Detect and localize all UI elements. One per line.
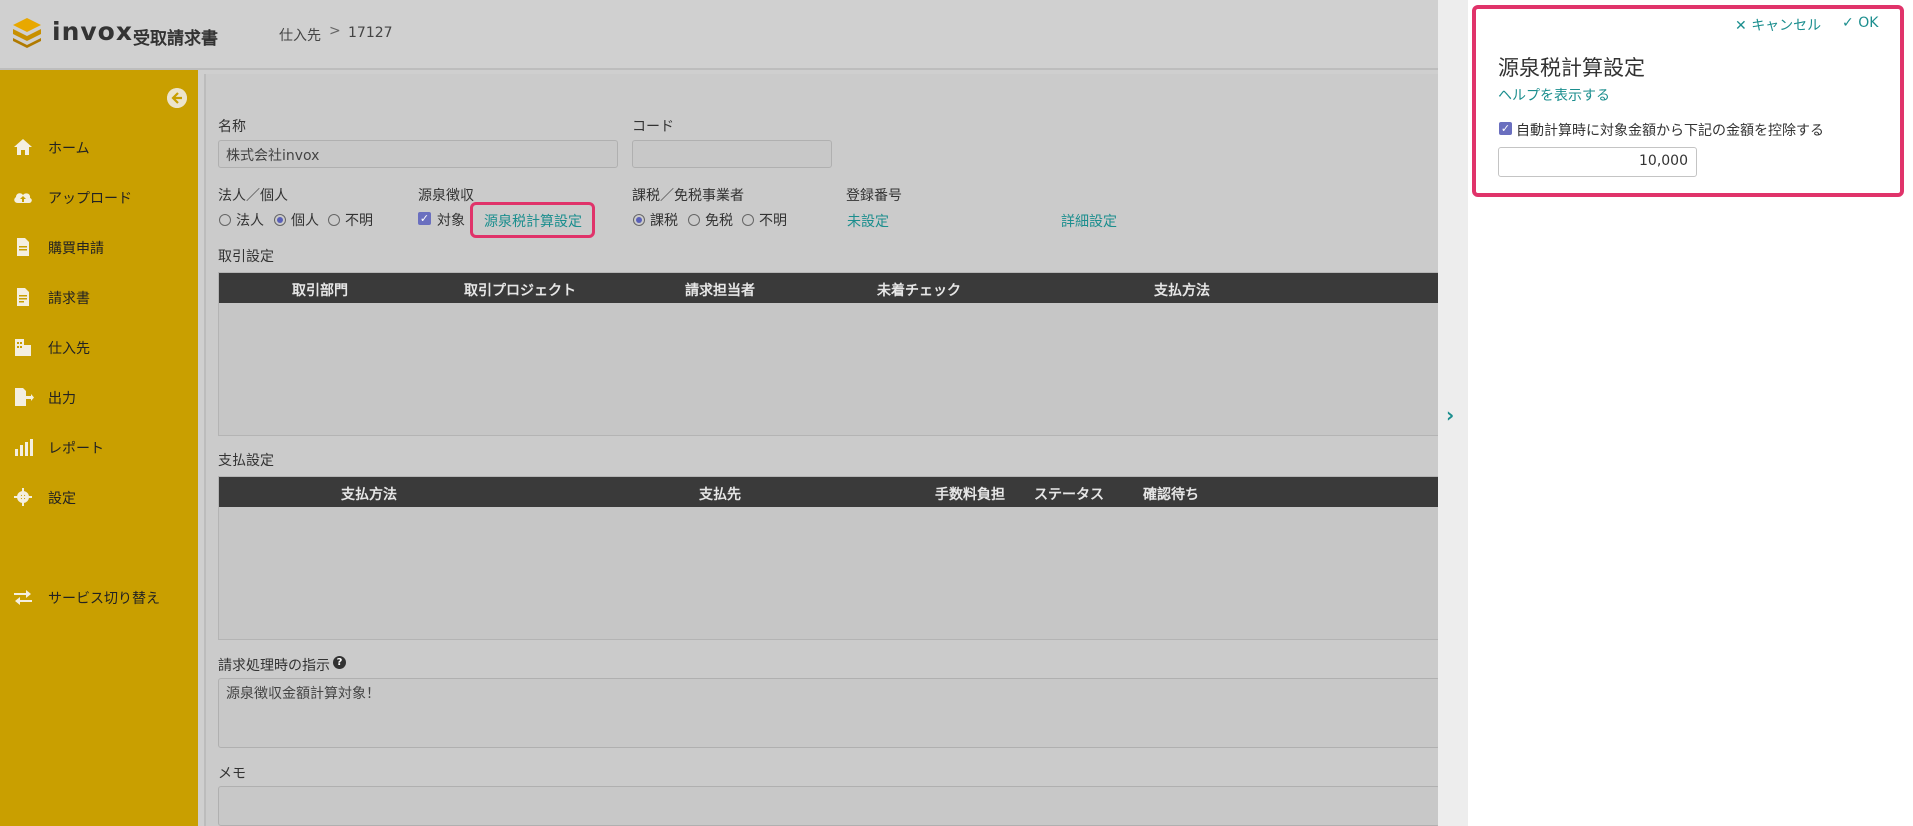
supplier-form: 名称 株式会社invox コード 法人／個人 法人 個人 不明 源泉徴収 ✓ 対… — [204, 74, 1440, 826]
withholding-target-label: 対象 — [437, 213, 465, 229]
payment-section-title: 支払設定 — [218, 453, 274, 469]
sidebar-item-label: 仕入先 — [48, 341, 90, 357]
entity-option-label: 個人 — [291, 213, 319, 229]
table-header: 取引部門 取引プロジェクト 請求担当者 未着チェック 支払方法 — [219, 273, 1439, 303]
chart-icon — [15, 439, 33, 456]
sidebar-item-label: 設定 — [48, 491, 76, 507]
sidebar-item-invoices[interactable]: 請求書 — [0, 282, 198, 312]
sidebar-item-label: 購買申請 — [48, 241, 104, 257]
entity-radio-unknown[interactable] — [328, 214, 340, 226]
payment-settings-table: 支払方法 支払先 手数料負担 ステータス 確認待ち — [218, 476, 1440, 640]
memo-textarea[interactable] — [218, 786, 1440, 826]
tax-option-label: 課税 — [650, 213, 678, 229]
column-header: 手数料負担 — [935, 487, 1005, 503]
switch-icon — [14, 590, 32, 605]
help-link[interactable]: ヘルプを表示する — [1498, 85, 1610, 105]
panel-gutter: › — [1438, 0, 1468, 826]
tax-option-label: 不明 — [759, 213, 787, 229]
column-header: 支払方法 — [341, 487, 397, 503]
cancel-button[interactable]: ✕ キャンセル — [1735, 15, 1821, 35]
column-header: 未着チェック — [877, 283, 961, 299]
code-input[interactable] — [632, 140, 832, 168]
breadcrumb-suppliers[interactable]: 仕入先 — [279, 25, 321, 45]
tax-option-label: 免税 — [705, 213, 733, 229]
ok-button[interactable]: ✓ OK — [1842, 15, 1878, 31]
sidebar-item-settings[interactable]: 設定 — [0, 482, 198, 512]
withholding-checkbox[interactable]: ✓ — [418, 212, 431, 225]
help-question-icon[interactable]: ? — [333, 656, 346, 669]
registration-value-link[interactable]: 未設定 — [847, 211, 889, 231]
sidebar-item-label: サービス切り替え — [48, 591, 160, 607]
instruction-label: 請求処理時の指示 — [218, 658, 330, 674]
auto-calc-checkbox[interactable]: ✓ — [1499, 122, 1512, 135]
entity-option-label: 不明 — [345, 213, 373, 229]
withholding-label: 源泉徴収 — [418, 188, 474, 204]
entity-label: 法人／個人 — [218, 188, 288, 204]
column-header: 取引プロジェクト — [464, 283, 576, 299]
column-header: 請求担当者 — [685, 283, 755, 299]
trade-section-title: 取引設定 — [218, 249, 274, 265]
tax-label: 課税／免税事業者 — [632, 188, 744, 204]
sidebar-item-home[interactable]: ホーム — [0, 132, 198, 162]
document-icon — [17, 238, 29, 256]
sidebar-item-export[interactable]: 出力 — [0, 382, 198, 412]
sidebar-item-purchase-request[interactable]: 購買申請 — [0, 232, 198, 262]
cancel-label: キャンセル — [1751, 18, 1822, 34]
cloud-upload-icon — [14, 193, 32, 203]
table-header: 支払方法 支払先 手数料負担 ステータス 確認待ち — [219, 477, 1439, 507]
entity-option-label: 法人 — [236, 213, 264, 229]
chevron-right-icon[interactable]: › — [1446, 403, 1454, 427]
panel-title: 源泉税計算設定 — [1498, 56, 1645, 80]
sidebar-item-label: レポート — [48, 441, 104, 457]
tax-radio-taxable[interactable] — [633, 214, 645, 226]
sidebar-item-switch-service[interactable]: サービス切り替え — [0, 582, 198, 612]
sidebar-item-label: 出力 — [48, 391, 76, 407]
entity-radio-individual[interactable] — [274, 214, 286, 226]
brand-subtitle: 受取請求書 — [133, 29, 218, 49]
column-header: 取引部門 — [292, 283, 348, 299]
withholding-settings-link[interactable]: 源泉税計算設定 — [484, 211, 582, 231]
check-icon: ✓ — [1842, 15, 1854, 31]
deduction-amount-input[interactable]: 10,000 — [1498, 147, 1697, 177]
auto-calc-label: 自動計算時に対象金額から下記の金額を控除する — [1516, 123, 1824, 139]
home-icon — [14, 139, 32, 155]
sidebar-item-label: 請求書 — [48, 291, 90, 307]
building-icon — [15, 339, 31, 356]
sidebar-item-upload[interactable]: アップロード — [0, 182, 198, 212]
sidebar-item-suppliers[interactable]: 仕入先 — [0, 332, 198, 362]
sidebar-item-label: ホーム — [48, 141, 90, 157]
entity-radio-corporate[interactable] — [219, 214, 231, 226]
export-icon — [15, 388, 34, 406]
tax-radio-unknown[interactable] — [742, 214, 754, 226]
column-header: ステータス — [1034, 487, 1104, 503]
tax-radio-exempt[interactable] — [688, 214, 700, 226]
ok-label: OK — [1858, 15, 1879, 31]
brand-name: invox — [52, 17, 133, 46]
sidebar: ホーム アップロード 購買申請 請求書 仕入先 出力 レポート 設定 サービス切… — [0, 70, 198, 826]
breadcrumb-separator-icon: > — [329, 23, 341, 39]
code-label: コード — [632, 119, 674, 135]
detail-settings-link[interactable]: 詳細設定 — [1061, 211, 1117, 231]
registration-label: 登録番号 — [846, 188, 902, 204]
trade-settings-table: 取引部門 取引プロジェクト 請求担当者 未着チェック 支払方法 — [218, 272, 1440, 436]
breadcrumb-current: 17127 — [348, 25, 393, 41]
column-header: 支払方法 — [1154, 283, 1210, 299]
close-icon: ✕ — [1735, 18, 1747, 34]
instruction-textarea[interactable]: 源泉徴収金額計算対象！ — [218, 678, 1440, 748]
collapse-sidebar-icon[interactable] — [167, 88, 187, 108]
sidebar-item-reports[interactable]: レポート — [0, 432, 198, 462]
name-input[interactable]: 株式会社invox — [218, 140, 618, 168]
column-header: 確認待ち — [1143, 487, 1199, 503]
invoice-icon — [17, 288, 29, 306]
sidebar-item-label: アップロード — [48, 191, 132, 207]
name-label: 名称 — [218, 119, 246, 135]
invox-logo-icon — [13, 18, 41, 48]
memo-label: メモ — [218, 766, 246, 782]
gear-icon — [14, 488, 32, 506]
column-header: 支払先 — [699, 487, 741, 503]
